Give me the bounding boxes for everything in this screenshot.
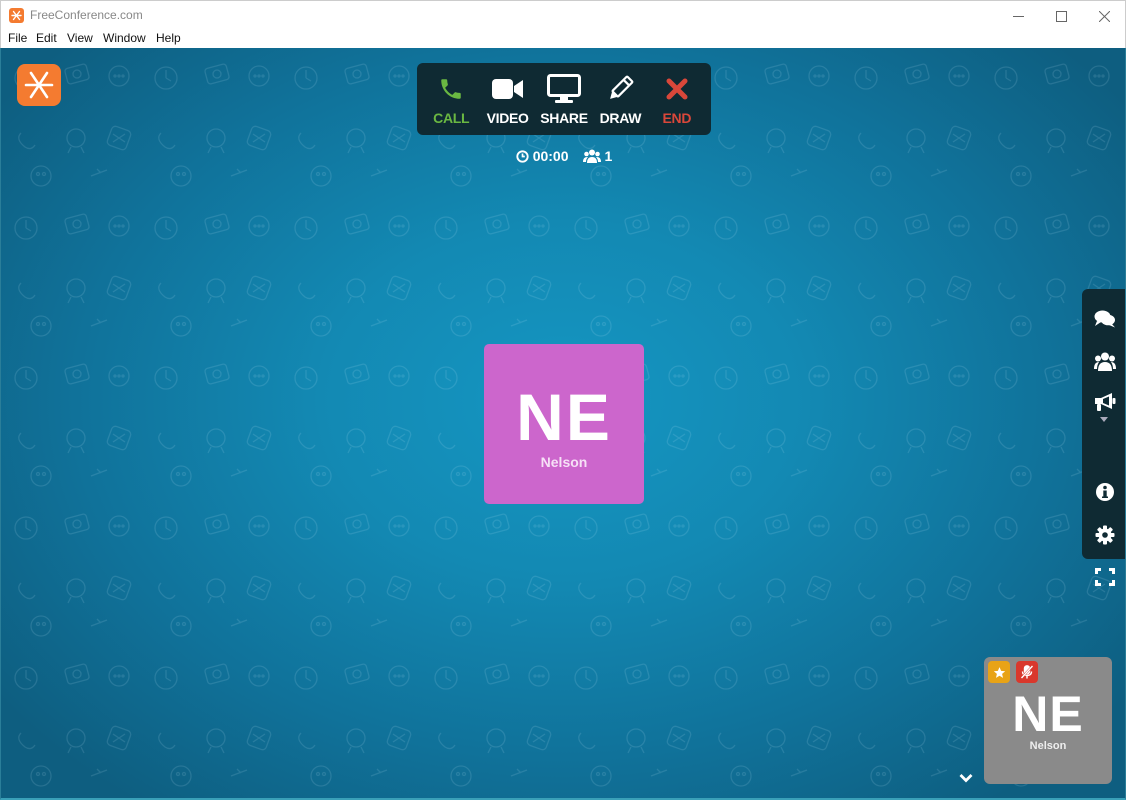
participant-name: Nelson — [540, 454, 588, 470]
video-label: VIDEO — [486, 110, 529, 126]
close-icon — [1098, 10, 1110, 22]
title-bar: FreeConference.com — [0, 0, 1126, 30]
host-badge — [988, 661, 1010, 683]
menu-bar: File Edit View Window Help — [0, 30, 1126, 48]
end-call-button[interactable]: END — [649, 63, 705, 135]
participants-button[interactable] — [1082, 343, 1125, 379]
minimize-button[interactable] — [995, 1, 1041, 31]
chevron-down-icon — [959, 774, 973, 783]
star-icon — [993, 666, 1005, 678]
participants-count-icon — [582, 149, 601, 163]
call-button[interactable]: CALL — [423, 63, 479, 135]
menu-window[interactable]: Window — [103, 31, 146, 45]
settings-button[interactable] — [1082, 517, 1125, 553]
chat-button[interactable] — [1082, 301, 1125, 337]
maximize-button[interactable] — [1038, 1, 1084, 31]
brand-logo[interactable] — [17, 64, 61, 106]
info-icon — [1095, 483, 1114, 501]
close-window-button[interactable] — [1081, 1, 1126, 31]
share-label: SHARE — [540, 110, 588, 126]
draw-label: DRAW — [599, 110, 642, 126]
menu-edit[interactable]: Edit — [36, 31, 57, 45]
muted-badge[interactable] — [1016, 661, 1038, 683]
participant-tile-main[interactable]: NE Nelson — [484, 344, 644, 504]
mic-muted-icon — [1021, 665, 1033, 679]
fullscreen-icon — [1094, 568, 1115, 586]
fullscreen-button[interactable] — [1082, 559, 1125, 595]
participant-count: 1 — [604, 148, 613, 164]
video-camera-icon — [491, 74, 524, 104]
maximize-icon — [1055, 10, 1067, 22]
phone-icon — [438, 74, 464, 104]
self-view-tile[interactable]: NE Nelson — [984, 657, 1112, 784]
chat-icon — [1094, 310, 1115, 328]
clock-icon — [516, 149, 529, 163]
settings-icon — [1095, 525, 1114, 545]
self-initials: NE — [1012, 686, 1084, 742]
end-label: END — [662, 110, 692, 126]
call-status: 00:00 1 — [1, 148, 1125, 164]
participant-initials: NE — [516, 380, 612, 454]
minimize-icon — [1012, 15, 1024, 17]
freeconference-logo-icon — [24, 71, 54, 99]
conference-stage: CALL VIDEO SHARE DRAW END 00:00 1 NE Nel… — [0, 48, 1126, 800]
call-timer: 00:00 — [532, 148, 569, 164]
close-x-icon — [666, 74, 688, 104]
participants-icon — [1093, 352, 1116, 371]
menu-file[interactable]: File — [8, 31, 27, 45]
share-button[interactable]: SHARE — [536, 63, 592, 135]
call-label: CALL — [433, 110, 470, 126]
call-toolbar: CALL VIDEO SHARE DRAW END — [417, 63, 711, 135]
video-button[interactable]: VIDEO — [479, 63, 535, 135]
self-name: Nelson — [1029, 740, 1067, 752]
side-panel — [1082, 289, 1125, 586]
collapse-self-view-button[interactable] — [956, 770, 976, 786]
menu-help[interactable]: Help — [156, 31, 181, 45]
megaphone-caret-icon — [1100, 417, 1108, 422]
pencil-icon — [606, 74, 634, 104]
window-title: FreeConference.com — [30, 8, 143, 22]
app-logo-icon — [9, 8, 24, 23]
menu-view[interactable]: View — [67, 31, 93, 45]
monitor-icon — [547, 74, 582, 104]
info-button[interactable] — [1082, 474, 1125, 510]
announcements-button[interactable] — [1082, 384, 1125, 420]
megaphone-icon — [1094, 393, 1115, 411]
draw-button[interactable]: DRAW — [592, 63, 648, 135]
